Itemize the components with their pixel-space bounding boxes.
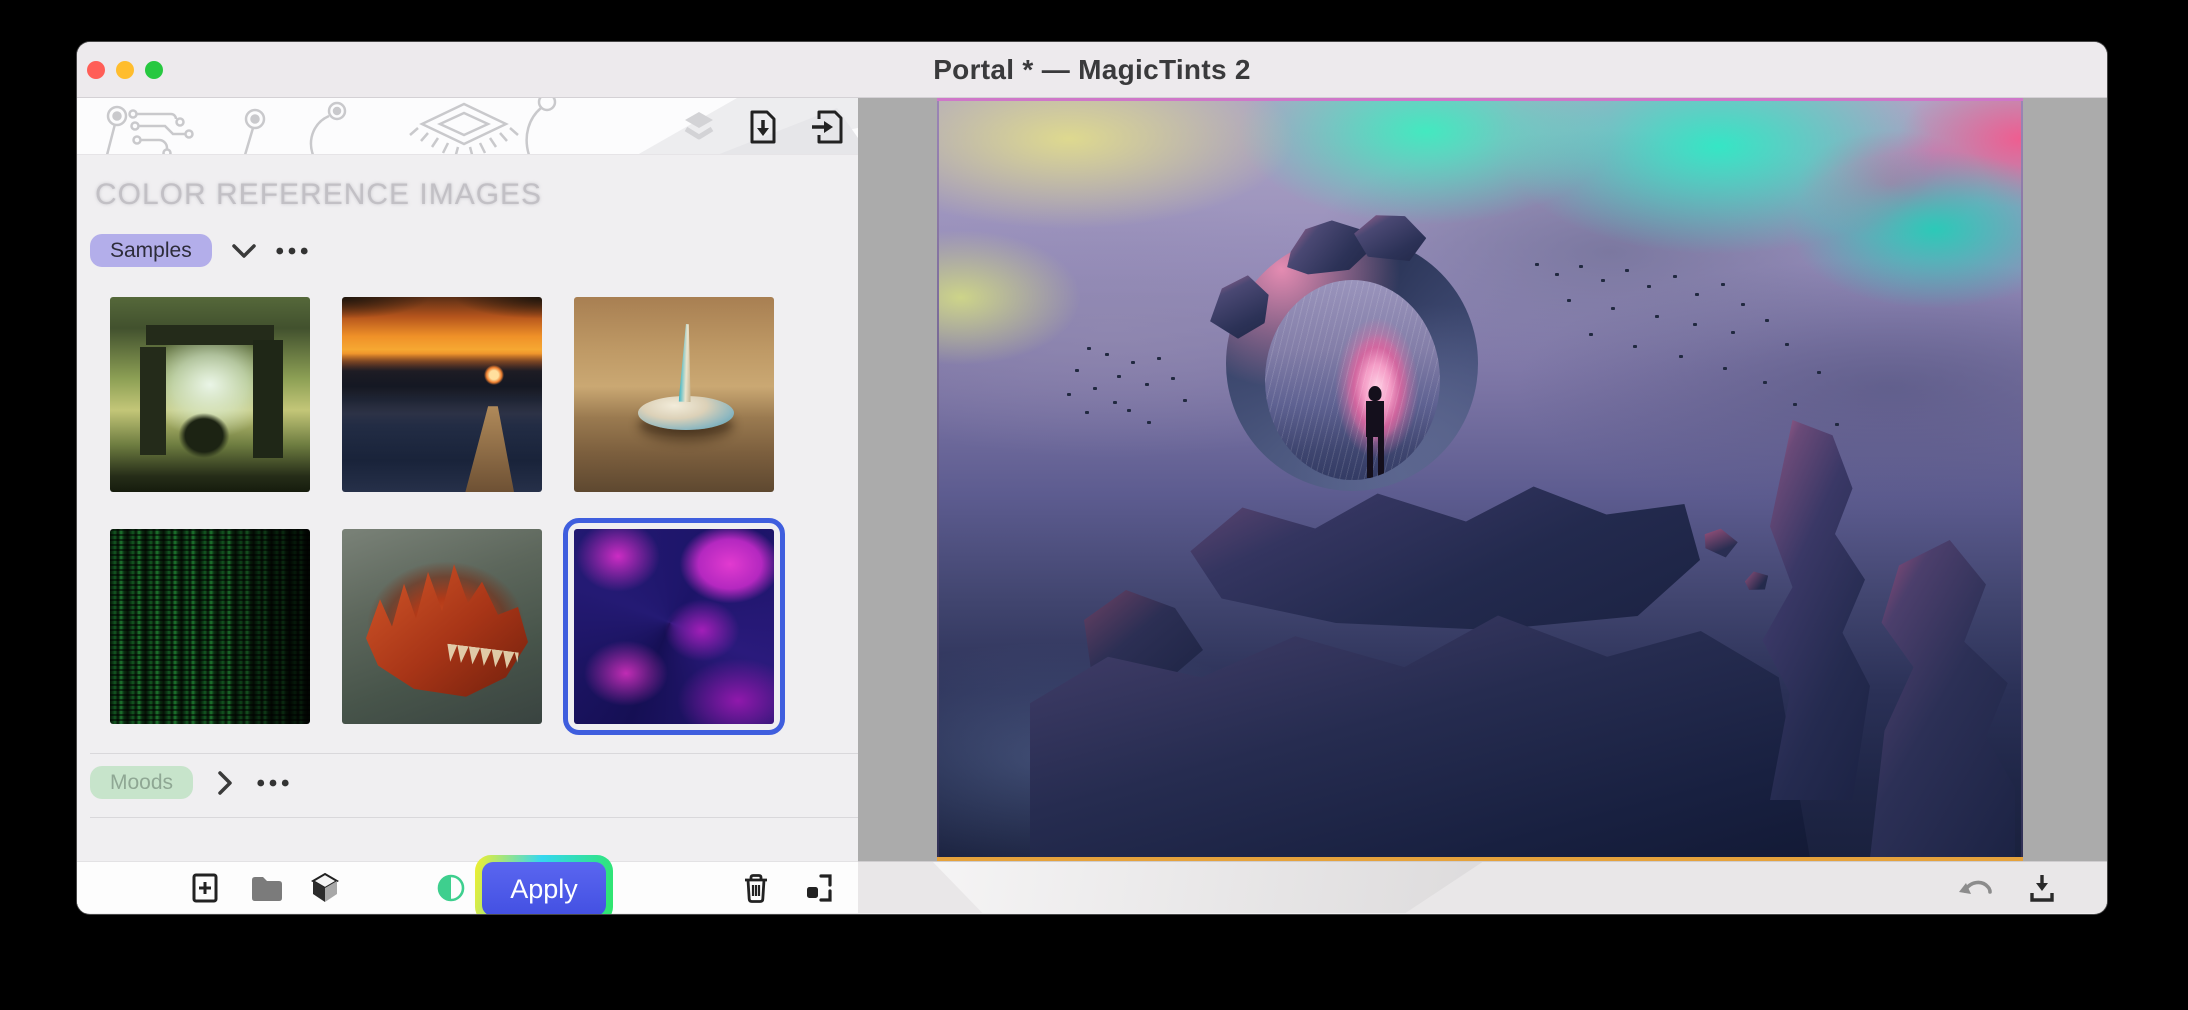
import-image-icon[interactable] [744, 108, 782, 146]
artwork-stone-ring [1226, 236, 1478, 491]
zoom-button[interactable] [145, 61, 163, 79]
thumbnail-image [574, 297, 774, 492]
canvas-bottom-bar [858, 861, 2107, 913]
app-window: Portal * — MagicTints 2 [77, 42, 2107, 914]
panel-title: COLOR REFERENCE IMAGES [95, 178, 542, 212]
divider [90, 753, 858, 754]
samples-more-icon[interactable] [276, 235, 308, 267]
moods-more-icon[interactable] [257, 767, 289, 799]
thumbnail-red-dragon-head[interactable] [342, 529, 542, 724]
portal-artwork-canvas[interactable] [939, 101, 2021, 857]
divider [90, 817, 858, 818]
thumbnail-image [342, 297, 542, 492]
reference-images-panel: COLOR REFERENCE IMAGES Samples Moo [77, 98, 858, 913]
panel-top-toolbar [680, 108, 846, 146]
apply-button-label: Apply [482, 862, 606, 914]
thumbnail-sunset-lake-pier[interactable] [342, 297, 542, 492]
screen: Portal * — MagicTints 2 [0, 0, 2188, 1010]
crop-icon[interactable] [801, 870, 837, 906]
box-3d-icon[interactable] [307, 870, 343, 906]
folder-icon[interactable] [249, 870, 285, 906]
trash-icon[interactable] [738, 870, 774, 906]
artwork-figure-silhouette [1361, 386, 1389, 478]
artwork-portal-glow [1265, 280, 1440, 480]
thumbnail-grid [110, 297, 774, 724]
export-image-icon[interactable] [808, 108, 846, 146]
moods-group-row: Moods [90, 766, 289, 799]
chevron-right-icon[interactable] [209, 767, 241, 799]
layers-icon[interactable] [680, 108, 718, 146]
canvas-panel [858, 98, 2107, 913]
thumbnail-spinning-top-totem[interactable] [574, 297, 774, 492]
apply-button[interactable]: Apply [475, 855, 613, 914]
thumbnail-rider-at-glowing-gate[interactable] [110, 297, 310, 492]
minimize-button[interactable] [116, 61, 134, 79]
thumbnail-image [110, 529, 310, 724]
close-button[interactable] [87, 61, 105, 79]
artwork-birds-right [1535, 263, 1539, 266]
thumbnail-purple-fluid-swirl[interactable] [574, 529, 774, 724]
titlebar: Portal * — MagicTints 2 [77, 42, 2107, 98]
samples-group-row: Samples [90, 234, 308, 267]
add-image-icon[interactable] [187, 870, 223, 906]
artwork-birds-left [1087, 347, 1091, 350]
thumbnail-image [574, 529, 774, 724]
artwork-rain-streaks [1265, 280, 1440, 480]
window-title: Portal * — MagicTints 2 [933, 54, 1251, 86]
thumbnail-matrix-code-rain[interactable] [110, 529, 310, 724]
moods-group-chip[interactable]: Moods [90, 766, 193, 799]
thumbnail-image [110, 297, 310, 492]
download-icon[interactable] [2023, 869, 2061, 907]
artwork-frame [937, 98, 2023, 861]
contrast-icon[interactable] [433, 870, 469, 906]
samples-group-chip[interactable]: Samples [90, 234, 212, 267]
bottom-toolbar: Apply [77, 862, 858, 913]
undo-arrow-icon[interactable] [1957, 869, 1995, 907]
thumbnail-image [342, 529, 542, 724]
chevron-down-icon[interactable] [228, 235, 260, 267]
window-controls [87, 61, 163, 79]
